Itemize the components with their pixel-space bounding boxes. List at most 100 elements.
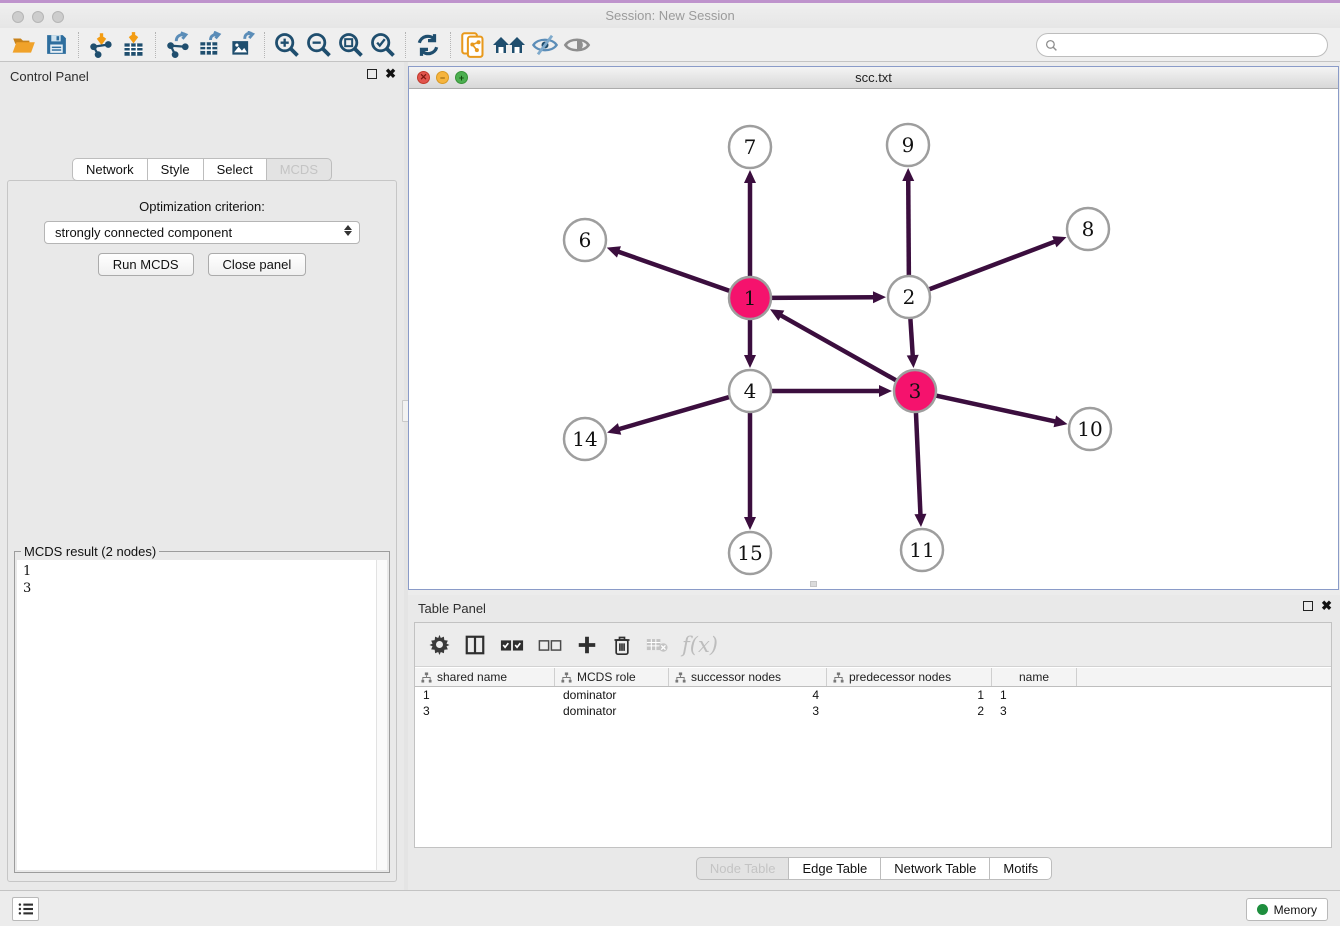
graph-edge-1-6[interactable] [617,251,732,291]
save-session-button[interactable] [40,30,72,60]
table-cell[interactable]: dominator [555,704,669,718]
graph-node-label: 11 [909,538,934,562]
control-panel-tabs: NetworkStyleSelectMCDS [0,158,404,181]
select-all-button[interactable] [500,637,524,653]
function-builder-button[interactable]: f(x) [682,633,718,657]
table-cell[interactable]: dominator [555,688,669,702]
import-table-button[interactable] [117,30,149,60]
graph-node-label: 2 [903,285,916,309]
table-cell[interactable]: 2 [827,704,992,718]
tab-network[interactable]: Network [72,158,148,181]
network-canvas[interactable]: 7968124314101511 [409,89,1338,589]
attribute-type-icon [561,672,572,683]
export-image-button[interactable] [226,30,258,60]
graph-edge-2-8[interactable] [927,241,1056,290]
edge-arrowhead [1054,415,1068,427]
tab-style[interactable]: Style [148,158,204,181]
column-header-shared-name[interactable]: shared name [415,668,555,686]
table-header-row: shared nameMCDS role successor nodes prede… [415,668,1331,687]
window-title: Session: New Session [0,8,1340,23]
result-scrollbar[interactable] [376,560,387,870]
graph-edge-4-14[interactable] [618,396,732,429]
attribute-type-icon [675,672,686,683]
show-all-button[interactable] [561,30,593,60]
toolbar-separator [155,32,156,58]
graph-edge-2-9[interactable] [908,179,909,278]
mcds-result-item[interactable]: 1 [23,563,381,580]
export-table-icon [197,31,224,58]
edge-arrowhead [873,291,886,303]
graph-node-label: 8 [1082,217,1095,241]
add-row-button[interactable] [576,634,598,656]
table-settings-button[interactable] [429,634,450,655]
close-panel-button[interactable]: Close panel [208,253,307,276]
network-graph[interactable]: 7968124314101511 [409,89,1338,590]
eye-slash-icon [531,31,559,59]
tab-network-table[interactable]: Network Table [881,857,990,880]
mcds-result-item[interactable]: 3 [23,580,381,597]
zoom-selected-button[interactable] [367,30,399,60]
memory-button-label: Memory [1274,903,1317,917]
delete-table-button[interactable] [646,636,668,654]
graph-edge-1-2[interactable] [769,297,875,298]
table-cell[interactable]: 3 [992,704,1077,718]
first-neighbors-button[interactable] [489,30,529,60]
edge-arrowhead [879,385,892,397]
zoom-fit-button[interactable] [335,30,367,60]
float-table-panel-icon[interactable] [1303,601,1313,611]
open-session-button[interactable] [8,30,40,60]
graph-edge-3-10[interactable] [934,395,1057,422]
float-panel-icon[interactable] [367,69,377,79]
criterion-dropdown[interactable]: strongly connected component [44,221,360,244]
table-cell[interactable]: 1 [415,688,555,702]
import-network-button[interactable] [85,30,117,60]
tab-node-table[interactable]: Node Table [696,857,790,880]
graph-edge-3-11[interactable] [916,410,921,516]
delete-row-button[interactable] [612,634,632,656]
memory-button[interactable]: Memory [1246,898,1328,921]
unselect-all-button[interactable] [538,637,562,653]
column-header-name[interactable]: name [992,668,1077,686]
tab-select[interactable]: Select [204,158,267,181]
tab-motifs[interactable]: Motifs [990,857,1052,880]
zoom-selected-icon [369,31,397,59]
task-history-button[interactable] [12,897,39,921]
tab-mcds[interactable]: MCDS [267,158,332,181]
houses-icon [491,32,527,58]
table-row[interactable]: 3dominator323 [415,703,1331,719]
column-header-successor-nodes[interactable]: successor nodes [669,668,827,686]
hide-selected-button[interactable] [529,30,561,60]
close-table-panel-icon[interactable]: ✖ [1321,601,1332,611]
graph-edge-3-1[interactable] [780,315,899,382]
zoom-out-button[interactable] [303,30,335,60]
graph-node-label: 9 [902,133,915,157]
table-row[interactable]: 1dominator411 [415,687,1331,703]
close-panel-icon[interactable]: ✖ [385,69,396,79]
network-window-titlebar[interactable]: ✕ − + scc.txt [409,67,1338,89]
column-header-label: successor nodes [691,670,781,684]
table-cell[interactable]: 4 [669,688,827,702]
search-input[interactable] [1063,38,1313,52]
node-table[interactable]: shared nameMCDS role successor nodes prede… [415,668,1331,847]
mcds-result-list[interactable]: 13 [17,560,387,870]
clone-network-button[interactable] [457,30,489,60]
zoom-in-button[interactable] [271,30,303,60]
column-header-predecessor-nodes[interactable]: predecessor nodes [827,668,992,686]
show-column-button[interactable] [464,634,486,656]
edge-arrowhead [914,514,926,527]
export-table-button[interactable] [194,30,226,60]
table-panel: Table Panel ✖ [408,595,1340,890]
table-cell[interactable]: 3 [415,704,555,718]
refresh-button[interactable] [412,30,444,60]
export-network-button[interactable] [162,30,194,60]
table-cell[interactable]: 1 [827,688,992,702]
toolbar-search[interactable] [1036,33,1328,57]
table-cell[interactable]: 3 [669,704,827,718]
tab-edge-table[interactable]: Edge Table [789,857,881,880]
graph-edge-2-3[interactable] [910,316,913,357]
canvas-grip[interactable] [810,581,817,587]
table-body: 1dominator4113dominator323 [415,687,1331,719]
table-cell[interactable]: 1 [992,688,1077,702]
run-mcds-button[interactable]: Run MCDS [98,253,194,276]
column-header-mcds-role[interactable]: MCDS role [555,668,669,686]
